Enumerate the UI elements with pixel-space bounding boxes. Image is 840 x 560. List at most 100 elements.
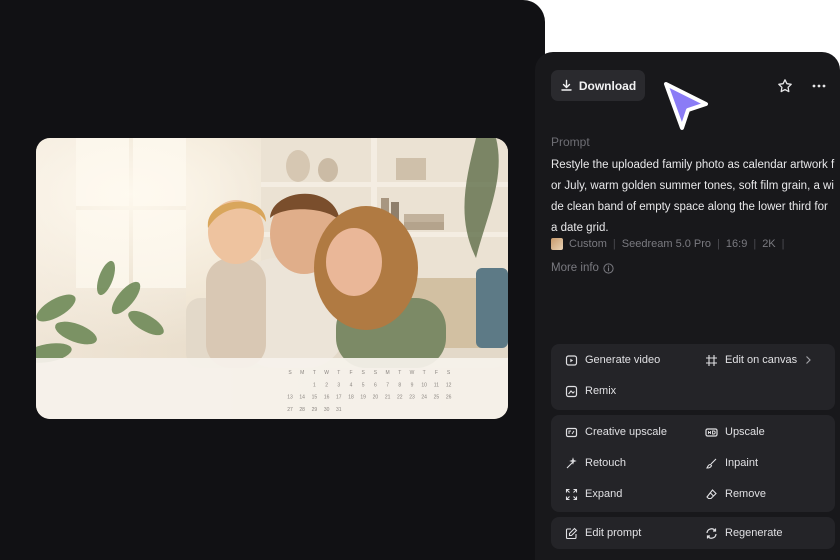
- calendar-day: 15: [312, 395, 318, 401]
- calendar-day: 30: [324, 407, 330, 413]
- calendar-day: 28: [299, 407, 305, 413]
- calendar-day: 16: [324, 395, 330, 401]
- calendar-day: 26: [446, 395, 452, 401]
- divider: |: [717, 238, 720, 250]
- more-options-button[interactable]: [807, 74, 831, 98]
- info-icon: [603, 262, 614, 274]
- family-photo: S M T W T F S S M T W T F S1 2 3 4 5 6 7 8 9 10 11 1213 14 15 16 17 1…: [36, 138, 508, 419]
- calendar-day: 25: [434, 395, 440, 401]
- canvas-icon: [706, 354, 717, 366]
- generated-image[interactable]: S M T W T F S S M T W T F S 1 2 3 4 5 6 7 8 9 10 11 12 13 14 15 16 17 1…: [36, 138, 508, 419]
- calendar-day: 10: [421, 382, 427, 388]
- eraser-icon: [706, 488, 717, 499]
- download-button[interactable]: Download: [551, 70, 645, 101]
- calendar-weekday: T: [337, 370, 340, 376]
- calendar-day: 9: [411, 382, 414, 388]
- calendar-day: 20: [373, 395, 379, 401]
- calendar-day: 13: [287, 395, 293, 401]
- enhance-actions-group: Creative upscale Upscale Retouch Inpaint…: [551, 415, 835, 512]
- calendar-day: 4: [350, 382, 353, 388]
- calendar-day: 22: [397, 395, 403, 401]
- inpaint-label: Inpaint: [725, 457, 759, 469]
- upscale-button[interactable]: Upscale: [705, 421, 765, 443]
- chevron-right-icon: [806, 356, 812, 364]
- style-name: Custom: [569, 238, 607, 250]
- calendar-day: 18: [348, 395, 354, 401]
- video-icon: [565, 354, 578, 366]
- download-icon: [561, 79, 572, 91]
- calendar-day: 29: [312, 407, 318, 413]
- remix-icon: [565, 385, 578, 397]
- remix-button[interactable]: Remix: [565, 380, 616, 402]
- calendar-day: 7: [386, 382, 389, 388]
- creative-upscale-icon: [565, 427, 578, 437]
- calendar-day: 24: [421, 395, 427, 401]
- prompt-label: Prompt: [551, 135, 590, 149]
- calendar-weekday: M: [386, 370, 390, 376]
- divider: |: [753, 238, 757, 250]
- calendar-day: 23: [409, 395, 415, 401]
- calendar-day: 31: [336, 407, 342, 413]
- calendar-day: 3: [337, 382, 340, 388]
- calendar-day: 14: [299, 395, 305, 401]
- calendar-weekday: T: [398, 370, 401, 376]
- calendar-day: 19: [360, 395, 366, 401]
- regenerate-label: Regenerate: [725, 527, 783, 539]
- more-info-label: More info: [551, 262, 599, 274]
- inpaint-button[interactable]: Inpaint: [705, 452, 758, 474]
- edit-prompt-label: Edit prompt: [585, 527, 642, 539]
- calendar-day: 11: [434, 382, 439, 388]
- star-icon: [778, 79, 792, 93]
- aspect-ratio: 16:9: [725, 238, 748, 250]
- prompt-text: Restyle the uploaded family photo as cal…: [551, 159, 835, 234]
- calendar-weekday: T: [313, 370, 316, 376]
- calendar-day: 17: [336, 395, 342, 401]
- create-actions-group: Generate video Edit on canvas Remix: [551, 344, 835, 410]
- calendar-weekday: T: [423, 370, 426, 376]
- divider: |: [612, 238, 616, 250]
- edit-prompt-button[interactable]: Edit prompt: [565, 522, 641, 544]
- regenerate-button[interactable]: Regenerate: [705, 522, 783, 544]
- calendar-day: 1: [313, 382, 316, 388]
- more-icon: [812, 84, 826, 88]
- creative-upscale-label: Creative upscale: [585, 426, 667, 438]
- calendar-day: 6: [374, 382, 377, 388]
- favorite-button[interactable]: [773, 74, 797, 98]
- resolution: 2K: [762, 238, 776, 250]
- generation-meta: Custom | Seedream 5.0 Pro | 16:9 | 2K |: [551, 238, 785, 250]
- creative-upscale-button[interactable]: Creative upscale: [565, 421, 667, 443]
- expand-icon: [565, 488, 578, 500]
- edit-on-canvas-label: Edit on canvas: [725, 354, 798, 366]
- calendar-day: 2: [325, 382, 328, 388]
- remove-button[interactable]: Remove: [705, 483, 766, 505]
- download-label: Download: [578, 78, 637, 93]
- brush-icon: [706, 458, 717, 469]
- more-info-link[interactable]: More info: [551, 262, 614, 274]
- calendar-weekday: W: [410, 370, 415, 376]
- calendar-day: 27: [287, 407, 293, 413]
- image-canvas: S M T W T F S S M T W T F S 1 2 3 4 5 6 7 8 9 10 11 12 13 14 15 16 17 1…: [0, 0, 545, 560]
- expand-button[interactable]: Expand: [565, 483, 622, 505]
- generate-video-label: Generate video: [585, 354, 661, 366]
- calendar-weekday: F: [435, 370, 438, 376]
- calendar-day: 5: [362, 382, 365, 388]
- upscale-label: Upscale: [725, 426, 765, 438]
- expand-label: Expand: [585, 488, 623, 500]
- edit-icon: [565, 527, 578, 539]
- divider: |: [781, 238, 785, 250]
- remove-label: Remove: [725, 488, 766, 500]
- calendar-day: 21: [385, 395, 391, 401]
- magic-wand-icon: [566, 456, 577, 468]
- style-thumbnail: [551, 238, 563, 250]
- calendar-weekday: F: [349, 370, 352, 376]
- model-name: Seedream 5.0 Pro: [621, 238, 712, 250]
- edit-on-canvas-button[interactable]: Edit on canvas: [705, 349, 812, 371]
- pointer-cursor-icon: [664, 82, 708, 130]
- hd-icon: [705, 427, 718, 437]
- retouch-button[interactable]: Retouch: [565, 452, 626, 474]
- refresh-icon: [706, 527, 717, 539]
- calendar-day: 12: [446, 382, 452, 388]
- calendar-weekday: W: [324, 370, 329, 376]
- calendar-day: 8: [398, 382, 401, 388]
- generate-video-button[interactable]: Generate video: [565, 349, 660, 371]
